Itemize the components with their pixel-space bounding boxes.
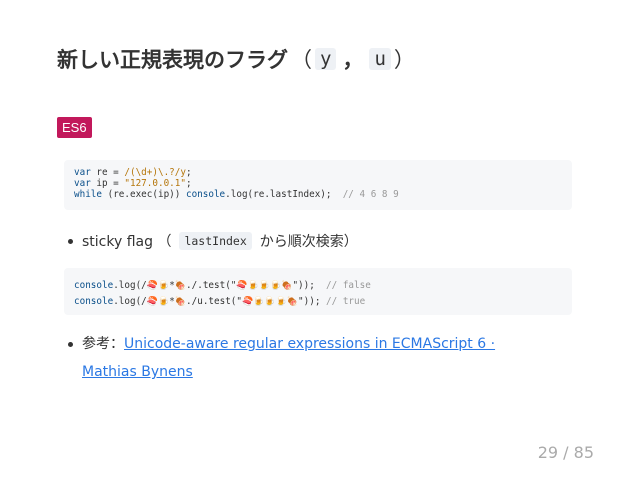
- bullet-text: から順次検索）: [259, 234, 358, 250]
- meat-emoji: 🍖: [174, 297, 187, 307]
- slide-title: 新しい正規表現のフラグ （ y ， u ）: [57, 44, 418, 74]
- code-line: console.log(/🍣🍺*🍖./.test("🍣🍺🍺🍺🍖")); // f…: [74, 278, 562, 294]
- reference-wrap: 参考：Unicode-aware regular expressions in …: [82, 330, 552, 386]
- code-line: while (re.exec(ip)) console.log(re.lastI…: [74, 189, 562, 200]
- code-block-sticky: var re = /(\d+)\.?/y; var ip = "127.0.0.…: [64, 160, 572, 210]
- code-text: "));: [298, 296, 327, 307]
- code-text: re =: [90, 167, 125, 178]
- code-keyword: while: [74, 189, 102, 200]
- title-open-paren: （: [291, 48, 312, 72]
- emoji-string: 🍣🍺🍺🍺🍖: [242, 297, 299, 307]
- title-comma: ，: [342, 48, 364, 72]
- bullet-reference: 参考：Unicode-aware regular expressions in …: [68, 336, 552, 386]
- bullet-dot: [68, 238, 73, 244]
- code-string: "127.0.0.1": [124, 178, 186, 189]
- code-line: console.log(/🍣🍺*🍖./u.test("🍣🍺🍺🍺🍖")); // …: [74, 294, 562, 310]
- code-comment: // false: [326, 280, 371, 291]
- meat-emoji: 🍖: [174, 281, 187, 291]
- page-number: 29 / 85: [537, 443, 594, 462]
- code-regex: /(\d+)\.?/y: [124, 167, 186, 178]
- code-text: (re.exec(ip)): [102, 189, 186, 200]
- title-close-paren: ）: [393, 48, 415, 72]
- es6-badge: ES6: [57, 117, 92, 138]
- code-text: .log(re.lastIndex);: [225, 189, 343, 200]
- emoji-string: 🍣🍺🍺🍺🍖: [236, 281, 293, 291]
- code-keyword: var: [74, 167, 91, 178]
- code-text: ;: [185, 167, 192, 178]
- code-comment: // 4 6 8 9: [342, 189, 399, 200]
- reference-label: 参考：: [82, 336, 124, 352]
- code-text: .log(/: [113, 280, 147, 291]
- title-text: 新しい正規表現のフラグ: [57, 48, 288, 72]
- flag-y-code: y: [315, 48, 337, 70]
- code-block-unicode: console.log(/🍣🍺*🍖./.test("🍣🍺🍺🍺🍖")); // f…: [64, 268, 572, 315]
- reference-link[interactable]: Unicode-aware regular expressions in ECM…: [82, 336, 495, 380]
- code-keyword: var: [74, 178, 91, 189]
- bullet-sticky-flag: sticky flag （ lastIndex から順次検索）: [68, 231, 358, 251]
- code-text: ip =: [90, 178, 125, 189]
- code-line: var ip = "127.0.0.1";: [74, 178, 562, 189]
- code-text: "));: [292, 280, 327, 291]
- code-text: .log(/: [113, 296, 147, 307]
- code-text: ;: [185, 178, 192, 189]
- code-keyword: console: [74, 296, 114, 307]
- sushi-beer-emoji: 🍣🍺: [146, 281, 170, 291]
- bullet-dot: [68, 342, 73, 347]
- code-line: var re = /(\d+)\.?/y;: [74, 167, 562, 178]
- lastindex-code: lastIndex: [179, 232, 252, 250]
- bullet-text: sticky flag （: [82, 234, 172, 250]
- code-keyword: console: [185, 189, 226, 200]
- sushi-beer-emoji: 🍣🍺: [146, 297, 170, 307]
- code-text: ./.test(": [186, 280, 237, 291]
- code-keyword: console: [74, 280, 114, 291]
- code-comment: // true: [326, 296, 366, 307]
- code-text: ./u.test(": [186, 296, 243, 307]
- flag-u-code: u: [369, 48, 391, 70]
